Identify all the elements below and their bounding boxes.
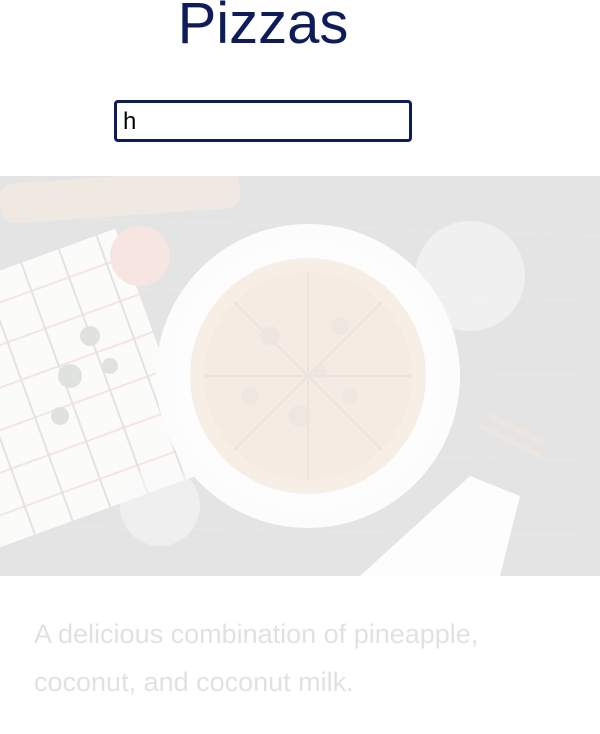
search-input[interactable] — [117, 103, 409, 139]
pizza-card[interactable]: A delicious combination of pineapple, co… — [0, 176, 600, 734]
pizza-image — [0, 176, 600, 576]
pizza-page: Pizzas h A delicious combination of pine… — [0, 0, 600, 734]
search-box[interactable] — [114, 100, 412, 142]
page-title: Pizzas — [177, 0, 349, 56]
pizza-photo-icon — [0, 176, 600, 576]
pizza-description: A delicious combination of pineapple, co… — [34, 619, 479, 697]
